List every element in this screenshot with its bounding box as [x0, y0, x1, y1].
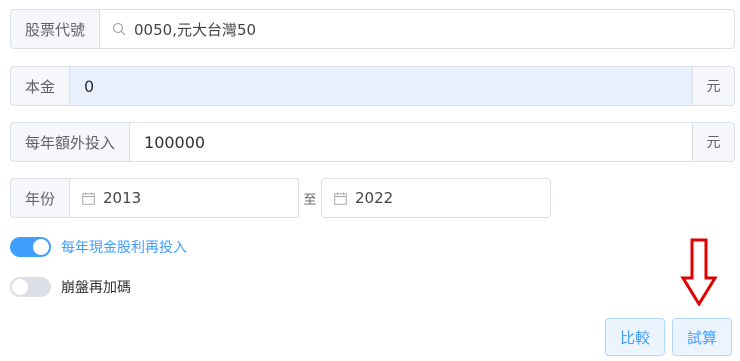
crash-add-toggle-row: 崩盤再加碼 — [10, 277, 131, 297]
stock-code-select[interactable]: 0050,元大台灣50 — [99, 9, 735, 49]
principal-input[interactable]: 0 — [69, 66, 693, 106]
stock-code-row: 股票代號 0050,元大台灣50 — [10, 9, 735, 49]
search-icon — [112, 22, 126, 36]
end-year-picker[interactable]: 2022 — [321, 178, 552, 218]
switch-knob — [33, 239, 49, 255]
stock-code-label: 股票代號 — [10, 9, 100, 49]
extra-investment-row: 每年額外投入 100000 元 — [10, 122, 735, 162]
crash-add-switch[interactable] — [10, 277, 51, 297]
end-year-value: 2022 — [355, 189, 394, 207]
extra-investment-input[interactable]: 100000 — [129, 122, 693, 162]
down-arrow-icon — [680, 238, 718, 306]
crash-add-label: 崩盤再加碼 — [61, 280, 131, 296]
calendar-icon — [82, 192, 95, 205]
extra-investment-label: 每年額外投入 — [10, 122, 130, 162]
compare-button[interactable]: 比較 — [605, 318, 665, 356]
start-year-value: 2013 — [103, 189, 142, 207]
reinvest-dividends-toggle-row: 每年現金股利再投入 — [10, 237, 187, 257]
principal-row: 本金 0 元 — [10, 66, 735, 106]
start-year-picker[interactable]: 2013 — [69, 178, 300, 218]
principal-label: 本金 — [10, 66, 70, 106]
extra-investment-unit: 元 — [693, 122, 735, 162]
calculate-button[interactable]: 試算 — [672, 318, 732, 356]
reinvest-dividends-label: 每年現金股利再投入 — [61, 240, 187, 256]
stock-code-value: 0050,元大台灣50 — [134, 20, 257, 39]
year-range-separator: 至 — [303, 192, 317, 208]
calendar-icon — [334, 192, 347, 205]
principal-unit: 元 — [693, 66, 735, 106]
years-row: 年份 2013 至 2022 — [10, 178, 552, 218]
years-label: 年份 — [10, 178, 70, 218]
switch-knob — [12, 279, 28, 295]
reinvest-dividends-switch[interactable] — [10, 237, 51, 257]
